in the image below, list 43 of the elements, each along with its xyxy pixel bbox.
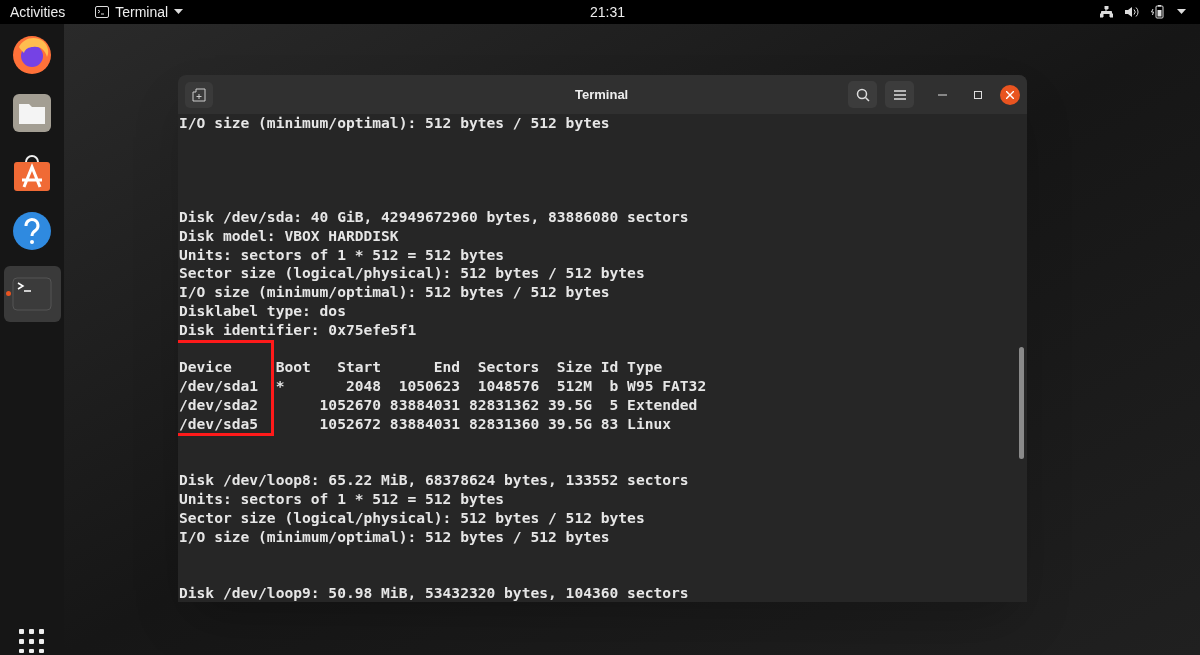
caret-icon[interactable]	[1177, 9, 1186, 15]
terminal-line: Disk /dev/loop9: 50.98 MiB, 53432320 bytes, 104360 sectors	[179, 583, 689, 602]
terminal-icon	[12, 277, 52, 311]
terminal-line: Sector size (logical/physical): 512 bytes / 512 bytes	[179, 508, 645, 528]
terminal-line: I/O size (minimum/optimal): 512 bytes / 512 bytes	[179, 527, 610, 547]
terminal-line: I/O size (minimum/optimal): 512 bytes / 512 bytes	[179, 283, 610, 302]
battery-icon[interactable]	[1151, 5, 1165, 19]
terminal-line: Disk /dev/loop8: 65.22 MiB, 68378624 bytes, 133552 sectors	[179, 471, 689, 490]
window-title: Terminal	[575, 85, 629, 104]
app-menu[interactable]: Terminal	[95, 1, 184, 23]
terminal-line: Units: sectors of 1 * 512 = 512 bytes	[179, 245, 505, 265]
running-indicator	[5, 291, 11, 296]
menu-icon	[893, 89, 906, 100]
browser-icon	[11, 33, 53, 75]
new-tab-button[interactable]	[185, 81, 213, 108]
clock[interactable]: 21:31	[590, 1, 626, 23]
terminal-line: Sector size (logical/physical): 512 bytes / 512 bytes	[179, 264, 645, 284]
network-icon[interactable]	[1100, 6, 1113, 18]
menu-button[interactable]	[885, 81, 914, 108]
folder-icon	[11, 92, 53, 134]
volume-icon[interactable]	[1125, 6, 1139, 18]
terminal-line: /dev/sda5 1052672 83884031 82831360 39.5G 83 Linux	[179, 414, 672, 434]
terminal-line: Disk model: VBOX HARDDISK	[179, 226, 399, 246]
close-button[interactable]	[1000, 84, 1020, 105]
terminal-line: Disk /dev/sda: 40 GiB, 42949672960 bytes, 83886080 sectors	[179, 208, 689, 227]
app-grid-icon[interactable]	[19, 629, 45, 653]
caret-icon	[174, 9, 184, 15]
terminal-line: Device Boot Start End Sectors Size Id Type	[179, 358, 663, 378]
terminal-line: Disk identifier: 0x75efe5f1	[179, 320, 417, 340]
minimize-icon	[937, 93, 947, 96]
new-tab-icon	[192, 87, 206, 102]
help-icon	[11, 210, 53, 252]
activities-button[interactable]: Activities	[10, 1, 66, 23]
terminal-line: /dev/sda1 * 2048 1050623 1048576 512M b W95 FAT32	[179, 377, 707, 396]
terminal-line: Disklabel type: dos	[179, 301, 346, 321]
terminal-line: /dev/sda2 1052670 83884031 82831362 39.5G 5 Extended	[179, 395, 698, 415]
terminal-icon	[95, 6, 110, 18]
close-icon	[1006, 90, 1014, 99]
terminal-line: I/O size (minimum/optimal): 512 bytes / 512 bytes	[179, 114, 610, 133]
maximize-icon	[974, 90, 982, 99]
search-button[interactable]	[848, 81, 877, 108]
search-icon	[855, 87, 870, 102]
terminal-line: Units: sectors of 1 * 512 = 512 bytes	[179, 489, 505, 509]
